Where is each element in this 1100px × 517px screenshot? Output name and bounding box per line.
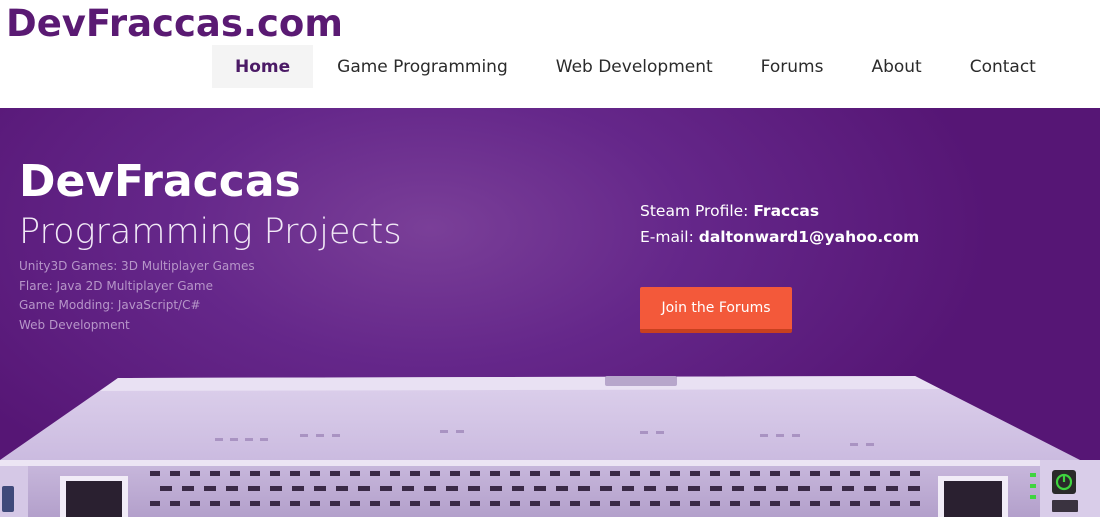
nav-game-programming[interactable]: Game Programming (313, 45, 532, 88)
site-header: DevFraccas.com Home Game Programming Web… (0, 0, 1100, 108)
nav-home[interactable]: Home (212, 45, 314, 88)
nav-about[interactable]: About (847, 45, 945, 88)
steam-value[interactable]: Fraccas (753, 202, 819, 220)
email-label: E-mail: (640, 228, 699, 246)
project-list: Unity3D Games: 3D Multiplayer Games Flar… (19, 257, 255, 335)
project-item: Web Development (19, 317, 130, 332)
main-nav: Home Game Programming Web Development Fo… (212, 45, 1060, 88)
project-item: Game Modding: JavaScript/C# (19, 298, 201, 312)
hero-banner: DevFraccas Programming Projects Unity3D … (0, 108, 1100, 517)
join-forums-button[interactable]: Join the Forums (640, 287, 792, 333)
hero-subtitle: Programming Projects (19, 212, 402, 252)
hero-title: DevFraccas (19, 156, 301, 207)
project-item: Unity3D Games: 3D Multiplayer Games (19, 259, 255, 273)
email-line: E-mail: daltonward1@yahoo.com (640, 224, 919, 250)
site-logo[interactable]: DevFraccas.com (6, 2, 343, 45)
nav-forums[interactable]: Forums (737, 45, 848, 88)
email-value[interactable]: daltonward1@yahoo.com (699, 228, 920, 246)
nav-contact[interactable]: Contact (946, 45, 1060, 88)
project-item: Flare: Java 2D Multiplayer Game (19, 278, 213, 293)
nav-web-development[interactable]: Web Development (532, 45, 737, 88)
contact-info: Steam Profile: Fraccas E-mail: daltonwar… (640, 198, 919, 250)
steam-label: Steam Profile: (640, 202, 754, 220)
steam-profile: Steam Profile: Fraccas (640, 198, 919, 224)
